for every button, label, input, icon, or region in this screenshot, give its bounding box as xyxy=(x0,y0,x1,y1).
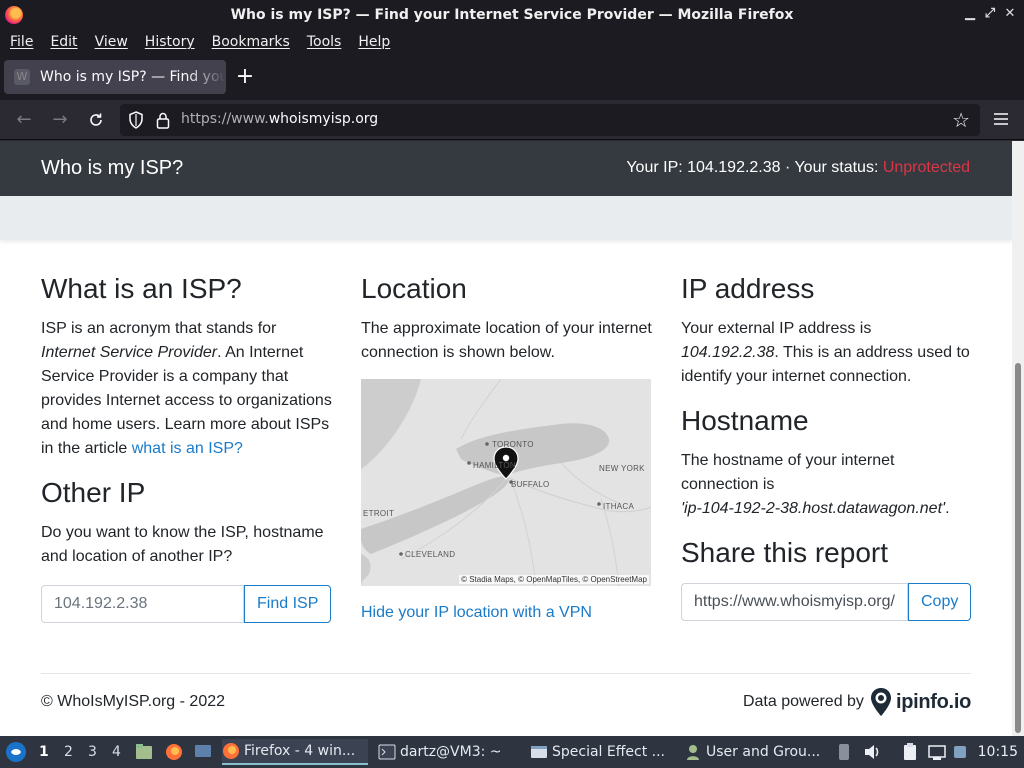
bookmark-star-icon[interactable]: ☆ xyxy=(952,108,970,132)
ipinfo-link[interactable]: ipinfo.io xyxy=(896,691,971,714)
map-label-buffalo: BUFFALO xyxy=(511,480,550,489)
firefox-icon xyxy=(5,6,23,24)
map-label-toronto: TORONTO xyxy=(492,440,534,449)
share-form: https://www.whoismyisp.org/ Copy xyxy=(681,583,973,621)
tracking-protection-shield-icon[interactable] xyxy=(128,111,144,129)
share-url-input[interactable]: https://www.whoismyisp.org/ xyxy=(681,583,908,621)
isp-heading: What is an ISP? xyxy=(41,273,242,304)
firefox-icon xyxy=(223,743,239,759)
hostname-description: The hostname of your internet connection… xyxy=(681,452,950,517)
clock[interactable]: 10:15 xyxy=(978,744,1018,760)
map-attribution[interactable]: © Stadia Maps, © OpenMapTiles, © OpenStr… xyxy=(459,575,649,584)
location-map[interactable]: TORONTO HAMILTON BUFFALO NEW YORK ITHACA… xyxy=(361,379,651,586)
page-viewport: Who is my ISP? Your IP: 104.192.2.38 · Y… xyxy=(0,141,1012,736)
task-firefox[interactable]: Firefox - 4 win... xyxy=(222,739,368,765)
navigation-bar: ← → https://www.whoismyisp.org ☆ xyxy=(0,100,1024,140)
status-badge: Unprotected xyxy=(882,159,970,176)
site-brand[interactable]: Who is my ISP? xyxy=(41,157,183,180)
scrollbar-thumb[interactable] xyxy=(1015,363,1021,733)
window-titlebar: Who is my ISP? — Find your Internet Serv… xyxy=(0,0,1024,30)
ipinfo-logo-icon xyxy=(870,688,891,716)
volume-icon[interactable] xyxy=(862,742,882,762)
minimize-icon[interactable]: ▁ xyxy=(962,6,978,21)
other-ip-form: 104.192.2.38 Find ISP xyxy=(41,585,333,623)
desktop-icon[interactable] xyxy=(193,742,213,762)
notification-icon[interactable] xyxy=(953,742,967,762)
ip-address-heading: IP address xyxy=(681,273,815,304)
find-isp-button[interactable]: Find ISP xyxy=(244,585,332,623)
close-icon[interactable]: ✕ xyxy=(1002,6,1018,21)
what-is-isp-link[interactable]: what is an ISP? xyxy=(132,440,243,457)
menu-bar: File Edit View History Bookmarks Tools H… xyxy=(0,30,1024,54)
menu-help[interactable]: Help xyxy=(352,34,396,50)
menu-tools[interactable]: Tools xyxy=(301,34,348,50)
other-ip-heading: Other IP xyxy=(41,477,146,508)
back-button[interactable]: ← xyxy=(12,108,36,132)
workspace-1[interactable]: 1 xyxy=(39,744,49,760)
map-label-new-york: NEW YORK xyxy=(599,464,645,473)
hostname-heading: Hostname xyxy=(681,405,809,436)
reload-button[interactable] xyxy=(84,108,108,132)
ip-address-description: Your external IP address is 104.192.2.38… xyxy=(681,320,970,385)
vpn-link[interactable]: Hide your IP location with a VPN xyxy=(361,604,653,622)
page-scrollbar[interactable] xyxy=(1012,141,1024,736)
location-description: The approximate location of your interne… xyxy=(361,320,652,361)
menu-file[interactable]: File xyxy=(4,34,39,50)
workspace-4[interactable]: 4 xyxy=(112,744,121,760)
file-manager-icon[interactable] xyxy=(134,742,154,762)
window-title: Who is my ISP? — Find your Internet Serv… xyxy=(230,7,794,23)
location-heading: Location xyxy=(361,273,467,304)
menu-bookmarks[interactable]: Bookmarks xyxy=(206,34,296,50)
workspace-2[interactable]: 2 xyxy=(64,744,73,760)
network-icon[interactable] xyxy=(927,742,947,762)
url-text[interactable]: https://www.whoismyisp.org xyxy=(181,111,378,127)
isp-column: What is an ISP? ISP is an acronym that s… xyxy=(41,271,333,623)
tab-strip: W Who is my ISP? — Find your Internet Se… xyxy=(0,54,1024,100)
clipboard-icon[interactable] xyxy=(900,742,920,762)
users-icon xyxy=(687,745,699,760)
menu-history[interactable]: History xyxy=(139,34,201,50)
restore-icon[interactable]: ⤢ xyxy=(982,6,998,21)
location-column: Location The approximate location of you… xyxy=(361,271,653,622)
reload-icon xyxy=(90,113,102,126)
header-band xyxy=(0,196,1012,240)
menu-edit[interactable]: Edit xyxy=(44,34,83,50)
ip-status: Your IP: 104.192.2.38 · Your status: Unp… xyxy=(626,159,970,176)
hostname-value: 'ip-104-192-2-38.host.datawagon.net' xyxy=(681,500,946,517)
tray-scroll-icon[interactable] xyxy=(834,742,854,762)
site-header: Who is my ISP? Your IP: 104.192.2.38 · Y… xyxy=(0,141,1012,196)
map-label-detroit: ETROIT xyxy=(363,509,395,518)
map-label-cleveland: CLEVELAND xyxy=(405,550,456,559)
firefox-launcher-icon[interactable] xyxy=(164,742,184,762)
ip-column: IP address Your external IP address is 1… xyxy=(681,271,973,621)
footer-divider xyxy=(41,673,971,674)
copy-button[interactable]: Copy xyxy=(908,583,972,621)
new-tab-button[interactable]: + xyxy=(234,62,256,92)
isp-description: ISP is an acronym that stands for Intern… xyxy=(41,320,332,457)
taskbar: 1 2 3 4 Firefox - 4 win... dartz@VM3: ~ … xyxy=(0,736,1024,768)
hamburger-menu-icon[interactable] xyxy=(992,108,1010,130)
site-favicon-icon: W xyxy=(14,69,30,85)
map-label-ithaca: ITHACA xyxy=(603,502,635,511)
footer-powered-by: Data powered by ipinfo.io xyxy=(743,687,971,717)
url-bar[interactable]: https://www.whoismyisp.org ☆ xyxy=(120,104,980,136)
map-label-hamilton: HAMILTON xyxy=(473,461,516,470)
other-ip-description: Do you want to know the ISP, hostname an… xyxy=(41,524,324,565)
window-icon xyxy=(531,746,547,758)
menu-view[interactable]: View xyxy=(89,34,134,50)
footer-copyright: © WhoIsMyISP.org - 2022 xyxy=(41,693,226,710)
task-terminal[interactable]: dartz@VM3: ~ xyxy=(378,739,522,765)
workspace-3[interactable]: 3 xyxy=(88,744,97,760)
task-users-groups[interactable]: User and Grou... xyxy=(684,739,826,765)
terminal-icon xyxy=(378,744,396,760)
start-menu-icon[interactable] xyxy=(4,740,28,764)
task-special-effect[interactable]: Special Effect ... xyxy=(530,739,674,765)
ip-input[interactable]: 104.192.2.38 xyxy=(41,585,244,623)
share-heading: Share this report xyxy=(681,537,888,568)
lock-icon[interactable] xyxy=(156,111,170,129)
tab-whoismyisp[interactable]: W Who is my ISP? — Find your Internet Se… xyxy=(4,60,226,94)
forward-button[interactable]: → xyxy=(48,108,72,132)
